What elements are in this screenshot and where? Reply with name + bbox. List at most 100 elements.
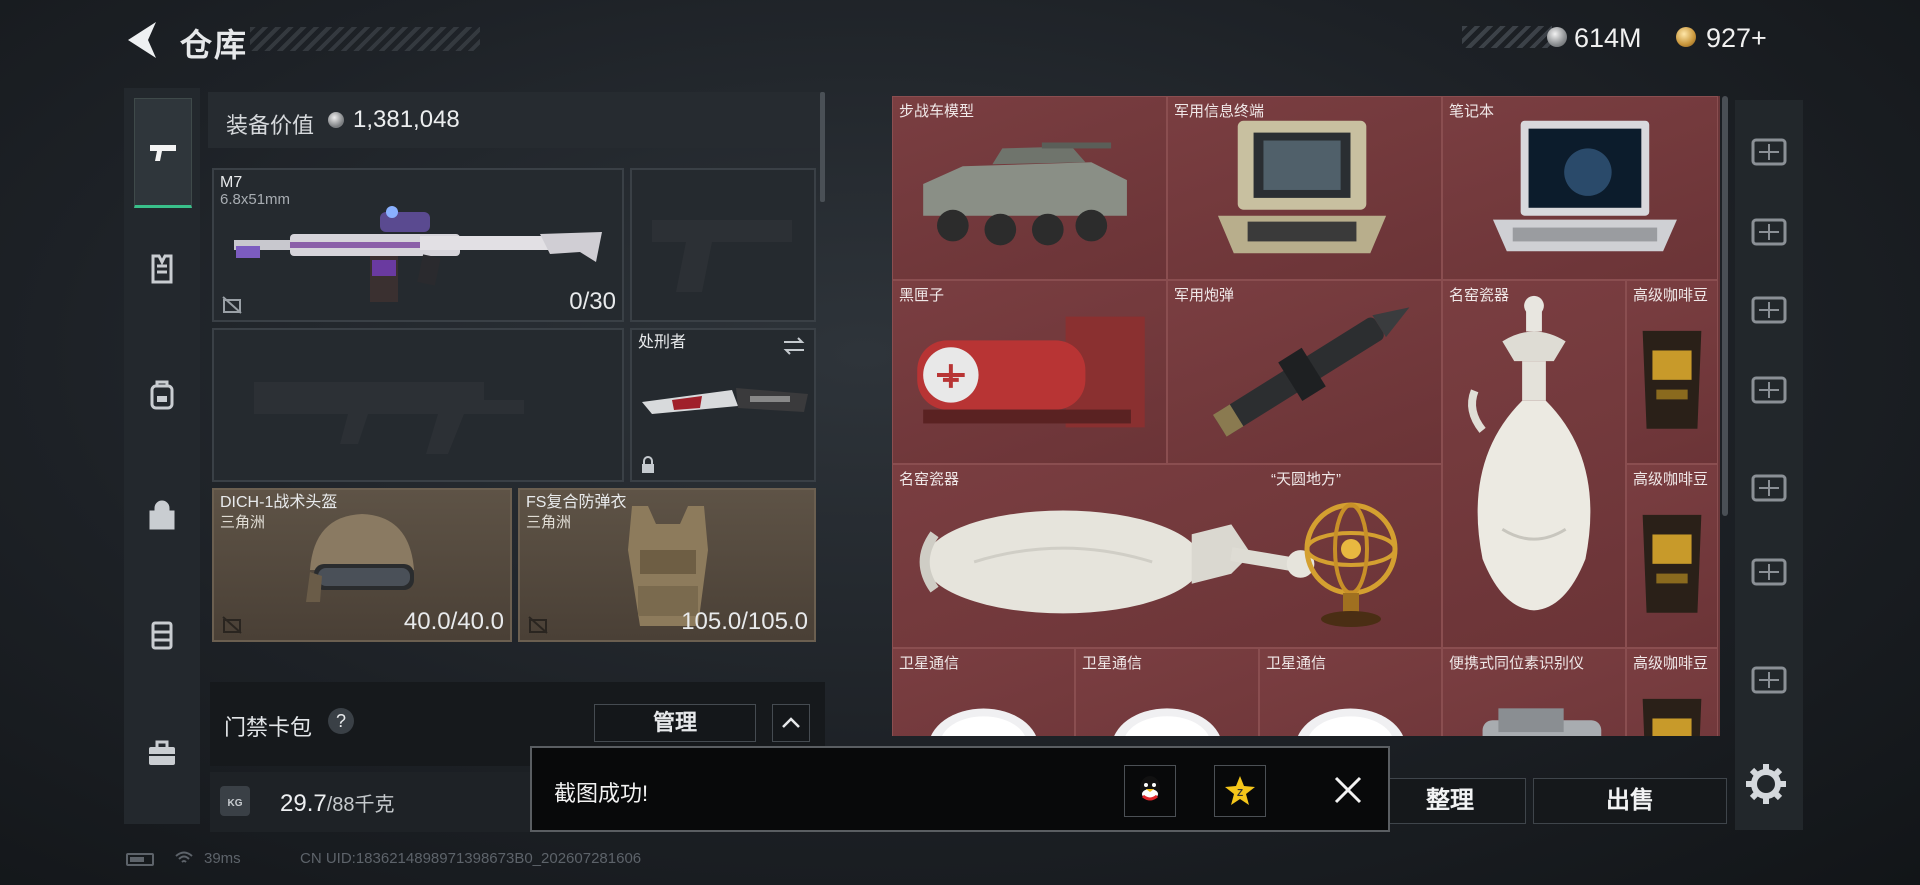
rail-container-button[interactable] — [134, 582, 190, 688]
lock-icon — [642, 456, 654, 473]
rail-backpack-button[interactable] — [134, 342, 190, 448]
warehouse-item[interactable]: 卫星通信 — [1259, 648, 1442, 736]
rail-toolbox-button[interactable] — [134, 700, 190, 806]
category-4-icon — [1751, 376, 1787, 404]
silver-coin-icon — [328, 112, 344, 128]
equipment-value-label: 装备价值 — [226, 113, 315, 138]
warehouse-item[interactable]: 高级咖啡豆 — [1626, 280, 1718, 464]
warehouse-scrollbar[interactable] — [1722, 96, 1728, 516]
item-label: 军用信息终端 — [1174, 103, 1265, 120]
currency-decoration — [1462, 26, 1552, 48]
category-2-icon — [1751, 218, 1787, 246]
item-label: 名窑瓷器 — [899, 471, 960, 488]
item-label: 高级咖啡豆 — [1633, 287, 1709, 304]
chevron-up-icon — [782, 717, 800, 728]
status-bar: 39ms CN UID:1836214898971398673B0_202607… — [126, 850, 826, 870]
item-label: 黑匣子 — [899, 287, 945, 304]
warehouse-item[interactable]: 笔记本 — [1442, 96, 1718, 280]
warehouse-item[interactable]: 便携式同位素识别仪 — [1442, 648, 1626, 736]
settings-button[interactable] — [1742, 760, 1790, 808]
filter-button[interactable] — [1739, 278, 1799, 342]
toast-message: 截图成功! — [554, 781, 649, 806]
share-qzone-button[interactable]: Z — [1214, 765, 1266, 817]
pistol-slot[interactable] — [630, 168, 816, 322]
backpack-icon — [150, 380, 174, 410]
warehouse-item[interactable]: 高级咖啡豆 — [1626, 464, 1718, 648]
warehouse-item[interactable]: 卫星通信 — [892, 648, 1075, 736]
equipment-scrollbar[interactable] — [820, 92, 825, 202]
close-icon — [1334, 776, 1362, 804]
page-title: 仓库 — [180, 27, 249, 63]
filter-button[interactable] — [1739, 120, 1799, 184]
secondary-weapon-slot[interactable] — [212, 328, 624, 482]
weight-value: 29.7/88千克 — [280, 788, 395, 818]
item-label: 军用炮弹 — [1174, 287, 1235, 304]
wifi-icon — [175, 851, 193, 863]
filter-button[interactable] — [1739, 540, 1799, 604]
rail-vest-button[interactable] — [134, 216, 190, 322]
item-label: 笔记本 — [1449, 103, 1495, 120]
sell-button[interactable]: 出售 — [1533, 778, 1727, 824]
ping-value: 39ms — [204, 850, 241, 867]
help-button[interactable]: ? — [328, 708, 354, 734]
share-qq-button[interactable] — [1124, 765, 1176, 817]
armor-slot[interactable]: FS复合防弹衣 三角洲 105.0/105.0 — [518, 488, 816, 642]
item-label: 卫星通信 — [1266, 655, 1327, 672]
weight-max: /88千克 — [326, 794, 395, 816]
category-3-icon — [1751, 296, 1787, 324]
gold-amount[interactable]: 927+ — [1706, 23, 1767, 54]
collapse-button[interactable] — [772, 704, 810, 742]
category-7-icon — [1751, 666, 1787, 694]
qzone-star-icon: Z — [1225, 776, 1255, 805]
item-label: 高级咖啡豆 — [1633, 471, 1709, 488]
item-label: 高级咖啡豆 — [1633, 655, 1709, 672]
rail-weapons-button[interactable] — [134, 98, 192, 208]
gold-coin-icon — [1676, 27, 1696, 47]
category-5-icon — [1751, 474, 1787, 502]
rail-bag-button[interactable] — [134, 462, 190, 568]
warehouse-item[interactable]: 高级咖啡豆 — [1626, 648, 1718, 736]
warehouse-item[interactable]: 军用炮弹 — [1167, 280, 1442, 464]
silver-coin-icon — [1547, 27, 1567, 47]
melee-slot[interactable]: 处刑者 — [630, 328, 816, 482]
equipment-value-bar: 装备价值 1,381,048 — [208, 92, 823, 148]
filter-button[interactable] — [1739, 358, 1799, 422]
no-insurance-icon — [222, 616, 242, 634]
warehouse-item[interactable]: 名窑瓷器 — [1442, 280, 1626, 648]
warehouse-item[interactable]: 步战车模型 — [892, 96, 1167, 280]
primary-weapon-slot[interactable]: M7 6.8x51mm 0/30 — [212, 168, 624, 322]
user-uid: CN UID:1836214898971398673B0_20260728160… — [300, 850, 642, 867]
item-label: 名窑瓷器 — [1449, 287, 1510, 304]
keycard-pack-label: 门禁卡包 — [224, 715, 313, 740]
filter-rail — [1735, 100, 1803, 830]
helmet-slot[interactable]: DICH-1战术头盔 三角洲 40.0/40.0 — [212, 488, 512, 642]
currency-bar: 614M 927+ — [1462, 23, 1807, 53]
toolbox-icon — [149, 740, 175, 765]
knife-image — [642, 388, 808, 414]
item-label: 步战车模型 — [899, 103, 975, 120]
rifle-silhouette-icon — [254, 382, 524, 454]
warehouse-item[interactable]: “天圆地方” — [1258, 464, 1442, 648]
warehouse-item[interactable]: 黑匣子 — [892, 280, 1167, 464]
screenshot-toast: 截图成功! Z — [530, 746, 1390, 832]
close-toast-button[interactable] — [1328, 770, 1368, 810]
weight-icon: KG — [220, 786, 250, 816]
warehouse-grid: 步战车模型 军用信息终端 笔记本 黑匣子 军用炮弹 名窑瓷器 高级咖啡豆 名窑瓷器 高级咖啡豆卫… — [892, 96, 1720, 736]
filter-button[interactable] — [1739, 456, 1799, 520]
armor-durability: 105.0/105.0 — [681, 608, 808, 635]
bag-icon — [149, 500, 175, 530]
sort-button[interactable]: 整理 — [1374, 778, 1526, 824]
filter-button[interactable] — [1739, 648, 1799, 712]
carry-weight-bar: KG 29.7/88千克 — [210, 772, 550, 832]
ammo-count: 0/30 — [569, 288, 616, 315]
equipment-panel: 装备价值 1,381,048 M7 6.8x51mm 0/30 处刑者 DICH… — [208, 92, 823, 669]
warehouse-item[interactable]: 军用信息终端 — [1167, 96, 1442, 280]
battery-icon — [126, 853, 154, 866]
warehouse-item[interactable]: 卫星通信 — [1075, 648, 1259, 736]
back-arrow-icon — [128, 22, 156, 58]
no-insurance-icon — [222, 296, 242, 314]
manage-button[interactable]: 管理 — [594, 704, 756, 742]
filter-button[interactable] — [1739, 200, 1799, 264]
back-button[interactable] — [122, 18, 162, 62]
pistol-icon — [150, 145, 176, 161]
